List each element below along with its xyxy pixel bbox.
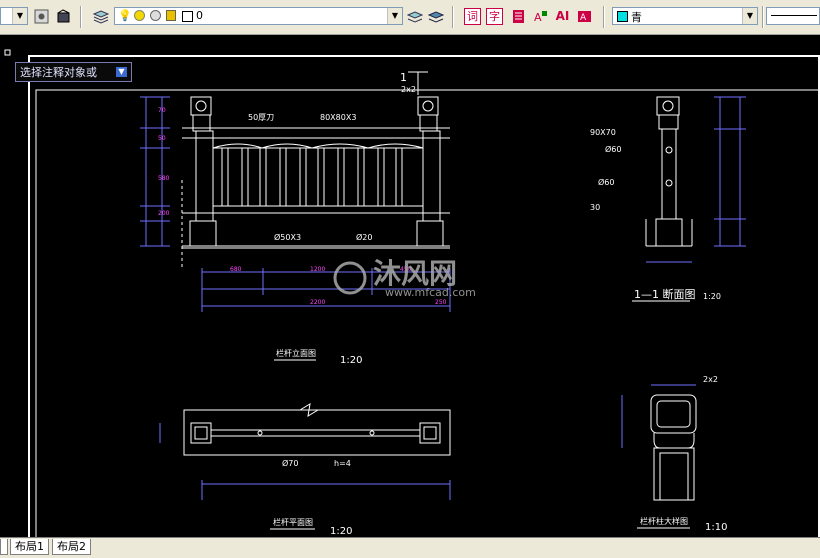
- linetype-dropdown[interactable]: [766, 7, 820, 25]
- layer-dropdown[interactable]: 💡 0 ▼: [114, 7, 403, 25]
- svg-text:1:10: 1:10: [705, 522, 727, 533]
- drawing-canvas[interactable]: 70 50 580 200 680 1200 450 2200 250 1 2x2 50厚刀…: [0, 35, 820, 537]
- svg-text:250: 250: [435, 299, 447, 306]
- svg-text:1200: 1200: [310, 266, 325, 273]
- block-icon[interactable]: [55, 8, 72, 25]
- svg-text:2x2: 2x2: [703, 375, 718, 384]
- svg-text:2200: 2200: [310, 299, 325, 306]
- layout-tab-bar: 布局1 布局2: [0, 537, 820, 558]
- lock-icon: [166, 10, 176, 21]
- svg-text:50: 50: [158, 135, 166, 142]
- chevron-down-icon: ▼: [387, 8, 402, 24]
- inner-border: [35, 89, 820, 537]
- toolbar: ▼ 💡 0 ▼ 词 字 A AI A 青 ▼: [0, 0, 820, 35]
- find-replace-icon[interactable]: A: [576, 8, 593, 25]
- tab-layout1[interactable]: 布局1: [10, 539, 49, 555]
- svg-text:30: 30: [590, 203, 600, 212]
- svg-text:Ø20: Ø20: [356, 232, 372, 242]
- svg-text:A: A: [534, 11, 542, 24]
- svg-text:Ø50X3: Ø50X3: [274, 232, 301, 242]
- svg-text:90X70: 90X70: [590, 128, 616, 137]
- svg-text:A: A: [580, 13, 587, 23]
- layer-manager-icon[interactable]: [92, 8, 109, 25]
- layer-name: 0: [196, 9, 203, 22]
- workspace-dropdown[interactable]: ▼: [0, 7, 28, 25]
- layer-previous-icon[interactable]: [406, 8, 423, 25]
- svg-text:1—1 断面图: 1—1 断面图: [634, 287, 696, 301]
- watermark: 沐风网 www.mfcad.com: [333, 257, 476, 299]
- svg-text:200: 200: [158, 210, 170, 217]
- svg-text:栏杆平面图: 栏杆平面图: [273, 517, 313, 527]
- text-style-button[interactable]: 词: [464, 8, 481, 25]
- svg-text:Ø60: Ø60: [598, 177, 614, 187]
- post-detail-view: [650, 394, 697, 501]
- section-view: [645, 96, 693, 247]
- svg-text:680: 680: [230, 266, 242, 273]
- download-icon[interactable]: ▼: [116, 67, 127, 77]
- tab-layout2[interactable]: 布局2: [52, 539, 91, 555]
- svg-text:50厚刀: 50厚刀: [248, 113, 274, 122]
- svg-text:www.mfcad.com: www.mfcad.com: [385, 286, 476, 299]
- tab-model-edge[interactable]: [0, 539, 8, 555]
- svg-text:1:20: 1:20: [340, 355, 362, 366]
- svg-text:580: 580: [158, 175, 170, 182]
- table-icon[interactable]: [510, 8, 527, 25]
- svg-text:1: 1: [400, 71, 407, 84]
- color-name: 青: [631, 11, 642, 24]
- lightbulb-icon: 💡: [118, 9, 132, 22]
- ucs-marker: [4, 49, 11, 56]
- chevron-down-icon: ▼: [12, 8, 27, 24]
- chevron-down-icon: ▼: [742, 8, 757, 24]
- svg-text:Ø70: Ø70: [282, 458, 298, 468]
- settings-icon[interactable]: [33, 8, 50, 25]
- attribute-icon[interactable]: A: [532, 8, 549, 25]
- svg-text:1:20: 1:20: [703, 292, 721, 301]
- cad-drawing: 7050580200 680 1200 450 2200 250 1 2x2 50厚刀…: [4, 49, 820, 537]
- ai-button[interactable]: AI: [554, 8, 571, 25]
- svg-text:栏杆立面图: 栏杆立面图: [276, 348, 316, 358]
- elevation-view: [181, 96, 450, 268]
- annotation-tooltip: 选择注释对象或 ▼: [15, 62, 132, 82]
- svg-text:Ø60: Ø60: [605, 144, 621, 154]
- char-style-button[interactable]: 字: [486, 8, 503, 25]
- svg-text:1:20: 1:20: [330, 526, 352, 537]
- svg-text:栏杆柱大样图: 栏杆柱大样图: [640, 516, 688, 526]
- svg-text:2x2: 2x2: [401, 85, 416, 94]
- svg-text:70: 70: [158, 107, 166, 114]
- color-swatch: [617, 11, 628, 22]
- sun-icon: [134, 10, 145, 21]
- layer-color-swatch: [182, 11, 193, 22]
- color-dropdown[interactable]: 青 ▼: [612, 7, 758, 25]
- svg-text:h=4: h=4: [334, 459, 351, 468]
- svg-text:80X80X3: 80X80X3: [320, 113, 356, 122]
- layer-state-icon[interactable]: [427, 8, 444, 25]
- plan-view: [183, 403, 451, 456]
- freeze-icon: [150, 10, 161, 21]
- linetype-sample: [771, 15, 817, 16]
